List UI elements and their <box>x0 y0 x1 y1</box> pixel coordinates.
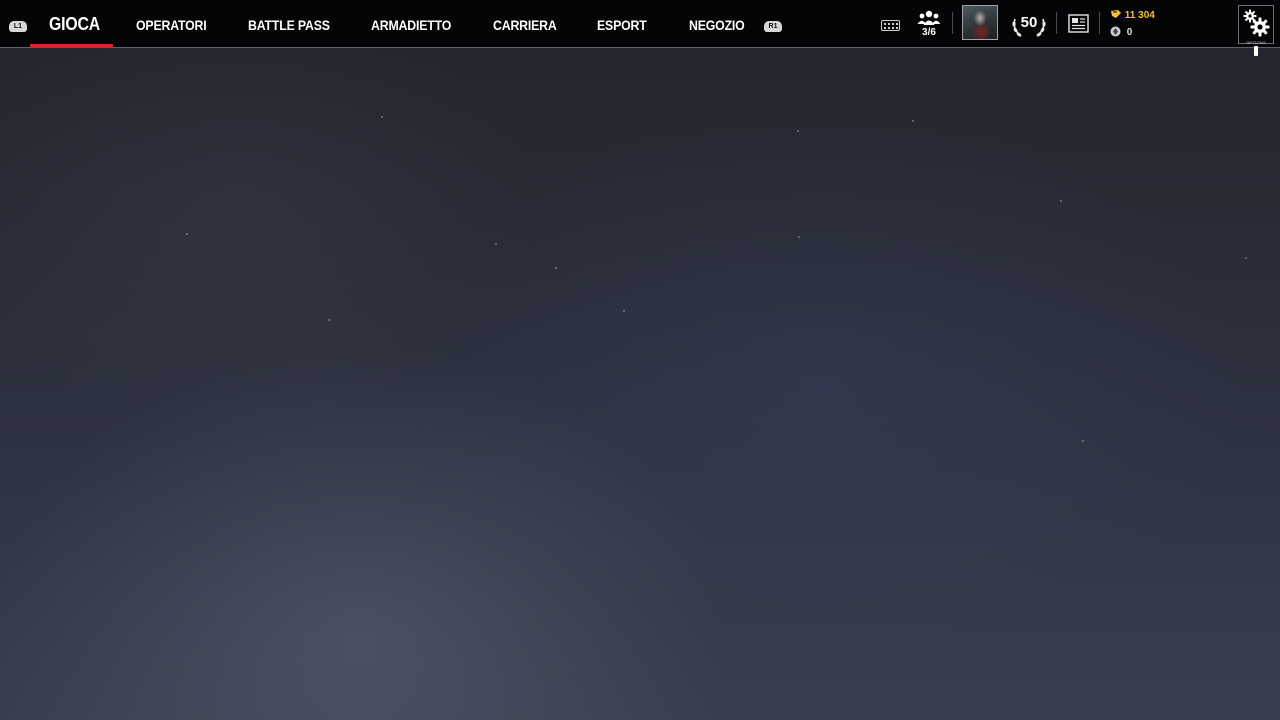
background-speck <box>1082 440 1084 442</box>
renown-amount: 11 304 <box>1124 10 1155 21</box>
background-speck <box>381 116 383 118</box>
gear-icon <box>1243 9 1270 37</box>
avatar[interactable] <box>962 5 998 40</box>
settings-label: OPTIONS <box>1245 40 1267 45</box>
r6-credits-amount: 0 <box>1126 27 1133 38</box>
tab-gioca[interactable]: GIOCA <box>49 0 100 47</box>
r6-credits-icon <box>1110 26 1124 38</box>
background-speck <box>798 236 800 238</box>
background-speck <box>623 310 625 312</box>
party-count: 3/6 <box>922 27 936 38</box>
party-button[interactable]: 3/6 <box>915 7 943 41</box>
background-speck <box>912 120 914 122</box>
divider <box>952 12 953 34</box>
tab-operatori[interactable]: OPERATORI <box>136 0 207 47</box>
background-speck <box>495 243 497 245</box>
background-speck <box>1245 257 1247 259</box>
tab-esport[interactable]: ESPORT <box>597 0 647 47</box>
top-navigation-bar: L1 GIOCA OPERATORI BATTLE PASS ARMADIETT… <box>0 0 1280 48</box>
background-speck <box>186 233 188 235</box>
l1-shoulder-button-hint[interactable]: L1 <box>9 21 27 32</box>
divider <box>1099 12 1100 34</box>
player-level-badge[interactable]: 50 <box>1009 9 1049 39</box>
background-speck <box>328 319 330 321</box>
background-speck <box>555 267 557 269</box>
divider <box>1056 12 1057 34</box>
background-speck <box>1060 200 1062 202</box>
renown-icon <box>1110 10 1125 21</box>
tab-carriera[interactable]: CARRIERA <box>493 0 557 47</box>
tab-battle-pass[interactable]: BATTLE PASS <box>248 0 330 47</box>
tab-negozio[interactable]: NEGOZIO <box>689 0 745 47</box>
background-speck <box>797 130 799 132</box>
tab-armadietto[interactable]: ARMADIETTO <box>371 0 451 47</box>
r6-credits-balance: 0 <box>1110 26 1132 40</box>
player-level: 50 <box>1020 14 1038 31</box>
renown-balance: 11 304 <box>1110 9 1155 23</box>
news-icon[interactable] <box>1068 14 1089 38</box>
settings-button[interactable]: OPTIONS <box>1238 5 1274 45</box>
r1-shoulder-button-hint[interactable]: R1 <box>764 21 782 32</box>
scrollbar-thumb[interactable] <box>1254 46 1258 56</box>
active-tab-indicator <box>30 44 113 48</box>
keyboard-icon[interactable] <box>881 20 900 31</box>
